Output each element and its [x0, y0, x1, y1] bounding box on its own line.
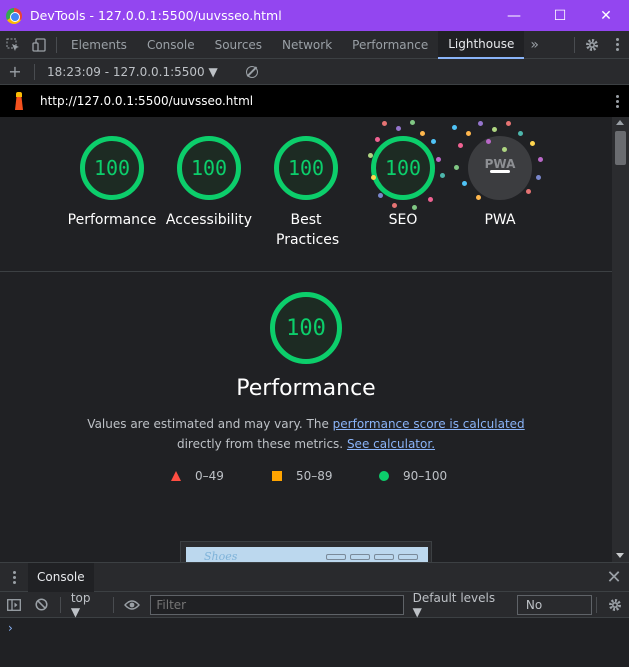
- device-toolbar-icon[interactable]: [26, 31, 52, 59]
- toolbar-separator: [113, 596, 115, 613]
- category-score-ring: 100: [270, 292, 342, 364]
- window-titlebar: DevTools - 127.0.0.1:5500/uuvsseo.html —…: [0, 0, 629, 31]
- drawer-menu-icon[interactable]: [0, 570, 28, 584]
- toolbar-separator: [59, 596, 61, 613]
- desc-text: Values are estimated and may vary. The: [87, 417, 333, 431]
- context-select[interactable]: top ▼: [65, 591, 110, 619]
- drawer-tab-console[interactable]: Console: [28, 562, 94, 592]
- minimize-button[interactable]: —: [491, 0, 537, 31]
- tab-performance[interactable]: Performance: [342, 31, 438, 59]
- chrome-logo-icon: [6, 7, 22, 24]
- close-window-button[interactable]: ✕: [583, 0, 629, 31]
- lighthouse-report: 100 Performance 100 Accessibility 100 Be…: [0, 117, 612, 562]
- score-ring: 100: [274, 136, 338, 200]
- clear-reports-icon[interactable]: [245, 65, 258, 78]
- devtools-tabbar: Elements Console Sources Network Perform…: [0, 30, 629, 59]
- legend-average-range: 50–89: [296, 469, 333, 483]
- console-filter-input[interactable]: [150, 594, 404, 615]
- gauge-label: SEO: [388, 212, 418, 228]
- pwa-badge-text: PWA: [484, 157, 516, 171]
- issues-button[interactable]: No Issues: [516, 594, 593, 630]
- scroll-down-icon[interactable]: [616, 553, 624, 558]
- log-levels-select[interactable]: Default levels ▼: [413, 591, 508, 619]
- toolbar-separator: [34, 63, 35, 80]
- tab-network[interactable]: Network: [272, 31, 342, 59]
- category-description: Values are estimated and may vary. The p…: [0, 414, 612, 454]
- scroll-up-icon[interactable]: [616, 120, 624, 125]
- category-title: Performance: [236, 376, 376, 401]
- fail-triangle-icon: [171, 471, 181, 481]
- gauge-label: Accessibility: [165, 212, 253, 228]
- gauge-best-practices[interactable]: 100 Best Practices: [256, 136, 356, 250]
- legend-pass-range: 90–100: [403, 469, 448, 483]
- gauge-label: PWA: [484, 212, 516, 228]
- pass-circle-icon: [379, 471, 389, 481]
- drawer-header: Console ✕: [0, 562, 629, 592]
- tab-elements[interactable]: Elements: [61, 31, 137, 59]
- gauge-label: Best Practices: [276, 212, 340, 248]
- console-output[interactable]: ›: [0, 618, 629, 667]
- score-ring: 100: [177, 136, 241, 200]
- toolbar-separator: [596, 596, 598, 613]
- toolbar-separator: [574, 36, 575, 53]
- scrollbar-thumb[interactable]: [615, 131, 626, 165]
- legend-average: 50–89: [272, 469, 333, 483]
- screenshot-image: Shoes: [186, 547, 428, 562]
- sidebar-toggle-icon[interactable]: [0, 598, 28, 611]
- desc-text: directly from these metrics.: [176, 437, 347, 451]
- gauge-accessibility[interactable]: 100 Accessibility: [159, 136, 259, 230]
- new-report-button[interactable]: +: [0, 62, 30, 81]
- lighthouse-logo-icon: [12, 92, 26, 110]
- console-toolbar: top ▼ Default levels ▼ No Issues: [0, 591, 629, 630]
- see-calculator-link[interactable]: See calculator.: [347, 437, 435, 451]
- average-square-icon: [272, 471, 282, 481]
- inspect-element-icon[interactable]: [0, 31, 26, 59]
- score-ring: 100: [371, 136, 435, 200]
- legend-pass: 90–100: [379, 469, 447, 483]
- customize-menu-icon[interactable]: [605, 38, 629, 51]
- score-ring: 100: [80, 136, 144, 200]
- lighthouse-toolbar: + 18:23:09 - 127.0.0.1:5500 ▼: [0, 59, 629, 85]
- report-url[interactable]: http://127.0.0.1:5500/uuvsseo.html: [40, 94, 605, 108]
- legend-fail: 0–49: [171, 469, 224, 483]
- tab-console[interactable]: Console: [137, 31, 205, 59]
- tab-lighthouse[interactable]: Lighthouse: [438, 30, 525, 59]
- gauge-seo[interactable]: 100 SEO: [353, 136, 453, 230]
- close-drawer-icon[interactable]: ✕: [599, 567, 629, 588]
- toolbar-separator: [56, 36, 57, 53]
- report-url-bar: http://127.0.0.1:5500/uuvsseo.html: [0, 85, 629, 117]
- gauge-label: Performance: [67, 212, 157, 228]
- window-title: DevTools - 127.0.0.1:5500/uuvsseo.html: [30, 8, 282, 23]
- report-scrollbar[interactable]: [612, 117, 629, 562]
- legend-fail-range: 0–49: [195, 469, 224, 483]
- settings-gear-icon[interactable]: [579, 31, 605, 59]
- page-screenshot-thumbnail[interactable]: Shoes: [180, 541, 432, 562]
- tab-sources[interactable]: Sources: [205, 31, 272, 59]
- maximize-button[interactable]: ☐: [537, 0, 583, 31]
- section-divider: [0, 271, 612, 272]
- console-settings-gear-icon[interactable]: [601, 598, 629, 612]
- clear-console-icon[interactable]: [28, 598, 56, 611]
- report-select[interactable]: 18:23:09 - 127.0.0.1:5500 ▼: [47, 65, 218, 79]
- pwa-badge-icon: PWA: [468, 136, 532, 200]
- console-prompt-icon: ›: [8, 621, 13, 635]
- score-calculated-link[interactable]: performance score is calculated: [333, 417, 525, 431]
- report-menu-icon[interactable]: [605, 94, 629, 108]
- more-tabs-icon[interactable]: »: [524, 37, 545, 53]
- live-expression-eye-icon[interactable]: [118, 599, 146, 610]
- gauge-performance[interactable]: 100 Performance: [62, 136, 162, 230]
